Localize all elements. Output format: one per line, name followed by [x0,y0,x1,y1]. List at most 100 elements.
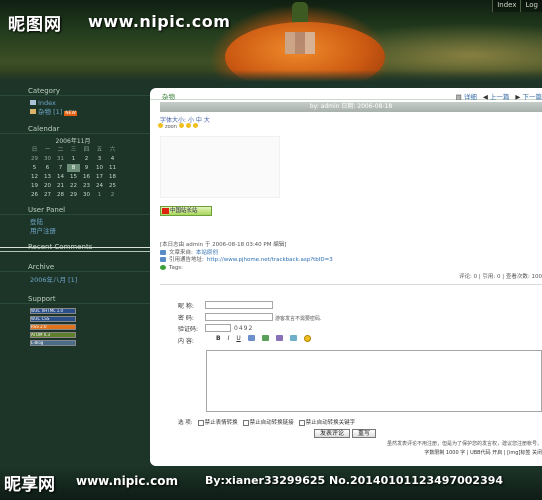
support-badge[interactable]: ATOM 0.3 [30,332,76,338]
option-disable-emoticons[interactable]: 禁止表情转换 [197,418,238,426]
mood-icon [185,123,191,128]
calendar-day: 7 [58,165,63,171]
calendar-day: 14 [57,174,64,180]
support-title: Support [0,294,150,304]
post-mood: zoon [158,123,200,130]
calendar-day: 19 [31,183,38,189]
support-badge[interactable]: L-Blog [30,340,76,346]
calendar-day: 2 [84,156,89,162]
post-category-link[interactable]: 杂物 [162,91,175,101]
password-field[interactable] [205,313,273,321]
code-icon[interactable] [275,335,283,341]
support-badge[interactable]: W3C XHTML 1.0 [30,308,76,314]
calendar-weekday: 五 [96,147,103,153]
content-label: 内 容: [178,338,194,345]
folder-icon [30,109,36,114]
sidebar-item-index[interactable]: Index [0,99,150,108]
source-link[interactable]: 本站原创 [196,250,218,258]
register-link[interactable]: 用户注册 [0,227,150,236]
calendar-day: 20 [44,183,51,189]
support-badge[interactable]: RSS 2.0 [30,324,76,330]
site-header-banner: 昵图网 www.nipic.com Index Log [0,0,542,82]
calendar-day: 30 [83,192,90,198]
calendar-title: Calendar [0,124,150,134]
top-nav-index[interactable]: Index [492,0,521,12]
sidebar-item-category[interactable]: 杂物 [1] NEW [0,108,150,118]
checkbox[interactable] [197,419,204,426]
archive-section: Archive 2006年八月 [1] [0,262,150,285]
calendar-day: 13 [44,174,51,180]
bold-button[interactable]: B [216,335,221,342]
watermark-author: By:xianer33299625 No.2014010112349700239… [205,474,504,487]
china-webmaster-badge[interactable]: 中国站长站 [160,206,212,216]
calendar-day: 1 [71,156,76,162]
prev-post-link[interactable]: ◀ 上一篇 [483,91,510,101]
edit-info: [本日志由 admin 于 2006-08-18 03:40 PM 编辑] [160,242,287,248]
trackback-url[interactable]: http://www.pjhome.net/trackback.asp?tbID… [207,257,333,265]
nickname-label: 昵 称: [178,303,194,310]
new-badge: NEW [64,111,77,116]
calendar-weekday: 日 [31,147,38,153]
italic-button[interactable]: I [228,335,230,342]
calendar-day: 28 [57,192,64,198]
calendar-day: 12 [31,174,38,180]
support-badge[interactable]: W3C CSS [30,316,76,322]
password-label: 密 码: [178,315,194,322]
post-stats: 评论: 0 | 引用: 0 | 查看次数: 100 [458,274,542,280]
mosaic-block [285,32,315,54]
link-icon[interactable] [261,335,269,341]
next-post-link[interactable]: ▶ 下一篇 [515,91,542,101]
image-icon[interactable] [247,335,255,341]
calendar-day: 26 [31,192,38,198]
post-panel: 杂物 ▤ 详细 ◀ 上一篇 ▶ 下一篇 by: admin 日期: 2006-0… [150,88,542,466]
options-label: 选 项: [178,420,193,426]
comment-options: 选 项: 禁止表情转换 禁止自动转换链接 禁止自动转换关键字 [178,418,355,426]
category-section: Category Index 杂物 [1] NEW [0,86,150,118]
calendar-day[interactable]: 8 [67,164,80,172]
login-link[interactable]: 登陆 [0,218,150,227]
source-label: 文章来自: [169,249,193,256]
option-disable-auto-keyword[interactable]: 禁止自动转换关键字 [298,418,355,426]
category-title: Category [0,86,150,96]
trackback-label: 引用通告地址: [169,257,204,263]
calendar-day: 6 [45,165,50,171]
calendar-day: 25 [109,183,116,189]
calendar-day: 30 [44,156,51,162]
captcha-code: 0492 [234,325,254,332]
submit-comment-button[interactable]: 发表评论 [314,429,351,438]
calendar-days: 29 30 31 1 2 3 4 5 6 7 8 9 10 11 12 13 14 15 16 17 18 19 20 21 2… [28,155,150,199]
calendar-section: Calendar 2006年11月 日一二三四五六 29 30 31 1 2 3 4 5 6 7 8… [0,124,150,199]
archive-item[interactable]: 2006年八月 [1] [0,276,150,285]
badge-label: 中国站长站 [170,208,198,214]
post-meta: [本日志由 admin 于 2006-08-18 03:40 PM 编辑] 文章… [160,242,540,272]
checkbox[interactable] [242,419,249,426]
option-disable-auto-link[interactable]: 禁止自动转换链接 [242,418,294,426]
calendar-day: 11 [109,165,116,171]
header-fade [0,70,542,82]
calendar-day: 9 [84,165,89,171]
calendar-day: 21 [57,183,64,189]
underline-button[interactable]: U [236,335,240,342]
comment-limits: 字数限制 1000 字 | UBB代码 开启 | [img]标签 关闭 [424,450,542,456]
site-logo[interactable]: 昵图网 [8,10,62,35]
font-size-large[interactable]: 大 [204,117,210,124]
post-divider [160,284,542,285]
calendar-weekday: 三 [70,147,77,153]
post-toolbar: 杂物 ▤ 详细 ◀ 上一篇 ▶ 下一篇 [150,88,542,101]
top-nav-log[interactable]: Log [520,0,542,12]
checkbox[interactable] [298,419,305,426]
calendar-weekday: 二 [57,147,64,153]
quote-icon[interactable] [289,335,297,341]
post-body [160,136,280,198]
support-badges: W3C XHTML 1.0 W3C CSS RSS 2.0 ATOM 0.3 L-Blo… [0,308,150,346]
calendar-weekdays: 日一二三四五六 [28,146,150,154]
article-detail-link[interactable]: ▤ 详细 [456,91,477,101]
nickname-field[interactable] [205,301,273,309]
smiley-icon[interactable] [303,335,311,342]
captcha-field[interactable] [205,324,231,332]
sidebar-item-label: Index [38,99,56,107]
reset-button[interactable]: 重写 [352,429,377,438]
calendar-day: 24 [96,183,103,189]
captcha-label: 验证码: [178,326,199,333]
comment-textarea[interactable] [206,350,542,412]
